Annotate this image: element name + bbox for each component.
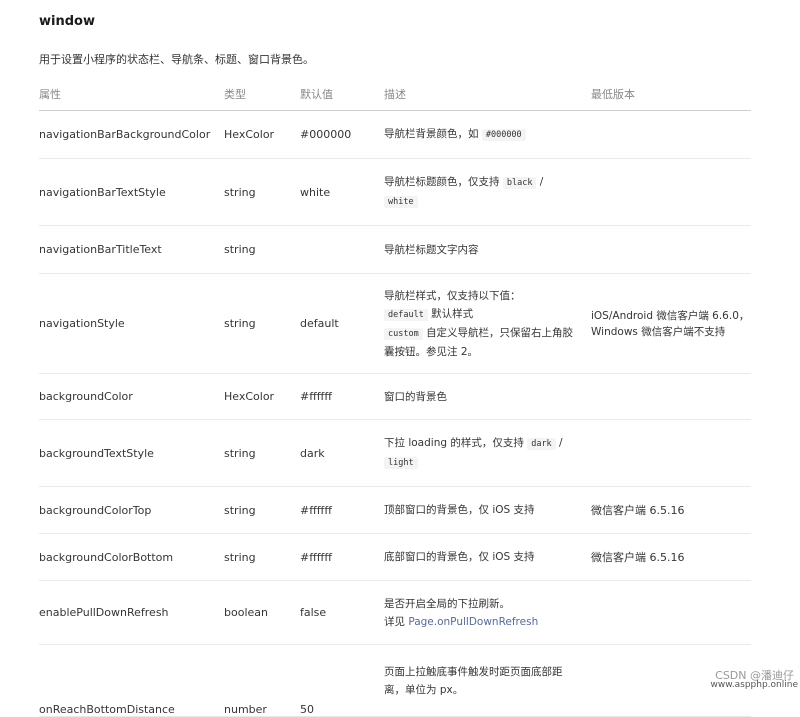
- cell-default: #ffffff: [300, 373, 384, 420]
- cell-property: onReachBottomDistance: [39, 644, 224, 717]
- cell-type: string: [224, 158, 300, 226]
- cell-description: 导航栏样式，仅支持以下值： default 默认样式 custom 自定义导航栏…: [384, 273, 591, 374]
- table-row: navigationBarBackgroundColor HexColor #0…: [39, 110, 751, 159]
- desc-separator: /: [559, 437, 563, 449]
- cell-default: #ffffff: [300, 486, 384, 534]
- table-row: navigationStyle string default 导航栏样式，仅支持…: [39, 273, 751, 374]
- cell-property: backgroundColor: [39, 373, 224, 420]
- desc-text: 导航栏样式，仅支持以下值：: [384, 289, 521, 302]
- cell-description: 下拉 loading 的样式，仅支持 dark / light: [384, 419, 591, 487]
- desc-text: 底部窗口的背景色，仅 iOS 支持: [384, 551, 535, 563]
- table-row: backgroundTextStyle string dark 下拉 loadi…: [39, 419, 751, 487]
- cell-version: [591, 110, 751, 159]
- cell-default: 50: [300, 644, 384, 717]
- header-property: 属性: [39, 82, 224, 111]
- code-value: light: [384, 457, 418, 469]
- cell-version: 微信客户端 6.5.16: [591, 486, 751, 534]
- cell-type: string: [224, 419, 300, 487]
- table-row: enablePullDownRefresh boolean false 是否开启…: [39, 580, 751, 645]
- header-type: 类型: [224, 82, 300, 111]
- code-value: black: [502, 177, 537, 189]
- cell-version: [591, 580, 751, 645]
- cell-type: string: [224, 533, 300, 581]
- cell-type: boolean: [224, 580, 300, 645]
- csdn-watermark: CSDN @潘迪仔 www.aspphp.online: [711, 670, 798, 691]
- cell-type: HexColor: [224, 373, 300, 420]
- version-line: iOS/Android 微信客户端 6.6.0，: [591, 309, 750, 322]
- table-row: navigationBarTextStyle string white 导航栏标…: [39, 158, 751, 226]
- cell-type: number: [224, 644, 300, 717]
- cell-version: 微信客户端 6.5.16: [591, 533, 751, 581]
- page-onpulldownrefresh-link[interactable]: Page.onPullDownRefresh: [408, 616, 538, 628]
- header-default: 默认值: [300, 82, 384, 111]
- cell-property: navigationBarTextStyle: [39, 158, 224, 226]
- cell-version: [591, 225, 751, 274]
- desc-text: 导航栏标题颜色，仅支持: [384, 176, 500, 188]
- watermark-site: www.aspphp.online: [710, 680, 798, 690]
- desc-text: 下拉 loading 的样式，仅支持: [384, 437, 524, 449]
- header-description: 描述: [384, 82, 591, 111]
- cell-default: false: [300, 580, 384, 645]
- cell-description: 底部窗口的背景色，仅 iOS 支持: [384, 533, 591, 581]
- code-value: dark: [527, 438, 556, 450]
- code-value: #000000: [481, 129, 526, 141]
- table-row: backgroundColor HexColor #ffffff 窗口的背景色: [39, 373, 751, 420]
- desc-separator: /: [539, 176, 544, 188]
- cell-property: navigationBarTitleText: [39, 225, 224, 274]
- cell-default: dark: [300, 419, 384, 487]
- code-value: white: [384, 196, 418, 208]
- cell-description: 窗口的背景色: [384, 373, 591, 420]
- table-header-row: 属性 类型 默认值 描述 最低版本: [39, 82, 751, 111]
- cell-description: 导航栏标题文字内容: [384, 225, 591, 274]
- table-row: navigationBarTitleText string 导航栏标题文字内容: [39, 225, 751, 274]
- cell-property: backgroundColorBottom: [39, 533, 224, 581]
- cell-default: default: [300, 273, 384, 374]
- cell-default: [300, 225, 384, 274]
- cell-type: string: [224, 273, 300, 374]
- cell-property: backgroundTextStyle: [39, 419, 224, 487]
- cell-default: white: [300, 158, 384, 226]
- table-row: backgroundColorBottom string #ffffff 底部窗…: [39, 533, 751, 581]
- desc-text: 导航栏标题文字内容: [384, 243, 479, 256]
- properties-table: 属性 类型 默认值 描述 最低版本 navigationBarBackgroun…: [39, 82, 751, 717]
- cell-version: iOS/Android 微信客户端 6.6.0， Windows 微信客户端不支…: [591, 273, 751, 374]
- cell-description: 页面上拉触底事件触发时距页面底部距离，单位为 px。: [384, 644, 591, 717]
- cell-version: [591, 373, 751, 420]
- desc-text: 窗口的背景色: [384, 390, 447, 403]
- cell-property: navigationBarBackgroundColor: [39, 110, 224, 159]
- code-value: default: [384, 308, 428, 321]
- cell-type: HexColor: [224, 110, 300, 159]
- desc-text: 是否开启全局的下拉刷新。: [384, 597, 510, 610]
- cell-property: navigationStyle: [39, 273, 224, 374]
- table-row: backgroundColorTop string #ffffff 顶部窗口的背…: [39, 486, 751, 534]
- desc-text: 导航栏背景颜色，如: [384, 128, 479, 140]
- cell-description: 导航栏背景颜色，如 #000000: [384, 110, 591, 159]
- code-value: custom: [384, 327, 423, 340]
- section-description: 用于设置小程序的状态栏、导航条、标题、窗口背景色。: [39, 53, 314, 66]
- cell-property: backgroundColorTop: [39, 486, 224, 534]
- header-min-version: 最低版本: [591, 82, 751, 111]
- cell-description: 导航栏标题颜色，仅支持 black / white: [384, 158, 591, 226]
- cell-version: [591, 158, 751, 226]
- cell-default: #000000: [300, 110, 384, 159]
- cell-version: [591, 419, 751, 487]
- desc-text: 页面上拉触底事件触发时距页面底部距离，单位为 px。: [384, 665, 563, 696]
- cell-description: 是否开启全局的下拉刷新。 详见 Page.onPullDownRefresh: [384, 580, 591, 645]
- version-line: Windows 微信客户端不支持: [591, 325, 726, 338]
- table-row: onReachBottomDistance number 50 页面上拉触底事件…: [39, 644, 751, 717]
- cell-type: string: [224, 486, 300, 534]
- section-title: window: [39, 14, 95, 29]
- cell-property: enablePullDownRefresh: [39, 580, 224, 645]
- desc-text: 默认样式: [431, 307, 474, 320]
- desc-text: 详见: [384, 615, 405, 628]
- cell-type: string: [224, 225, 300, 274]
- cell-description: 顶部窗口的背景色，仅 iOS 支持: [384, 486, 591, 534]
- cell-default: #ffffff: [300, 533, 384, 581]
- desc-text: 顶部窗口的背景色，仅 iOS 支持: [384, 504, 535, 516]
